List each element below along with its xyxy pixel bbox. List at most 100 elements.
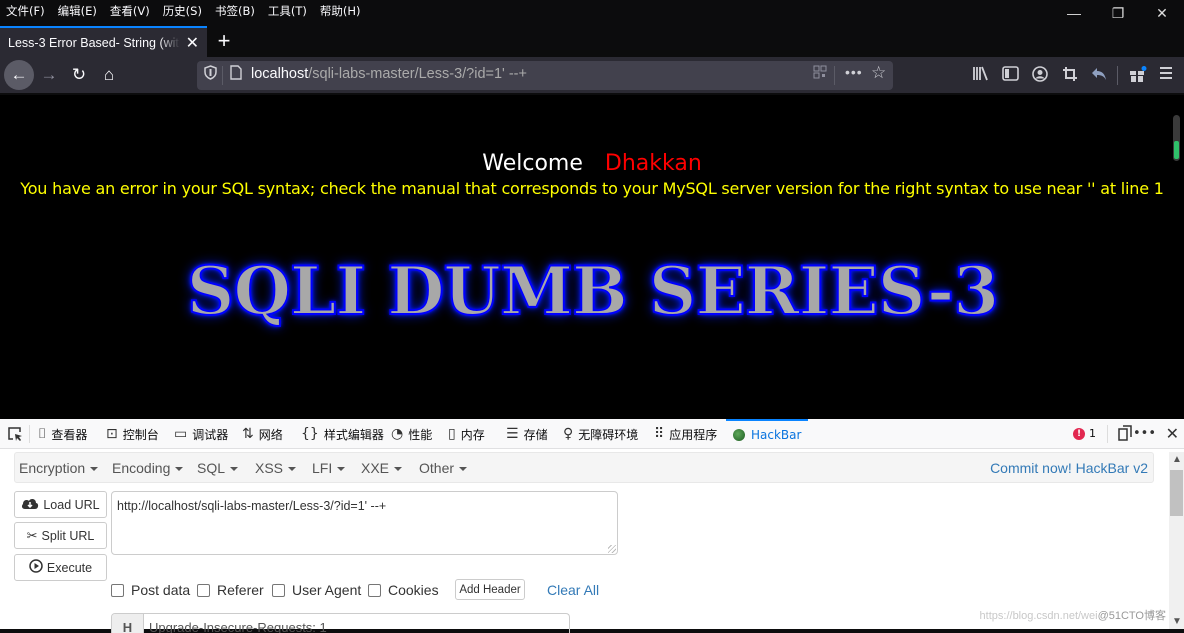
qr-code-icon[interactable]: [813, 65, 827, 82]
element-picker-icon[interactable]: [7, 419, 23, 449]
watermark: https://blog.csdn.net/wei@51CTO博客: [979, 610, 1166, 622]
error-icon: !: [1073, 427, 1085, 440]
welcome-name: Dhakkan: [604, 151, 702, 176]
minimize-button[interactable]: —: [1052, 0, 1096, 26]
hackbar-menu-other[interactable]: Other: [419, 460, 468, 476]
execute-button[interactable]: Execute: [14, 554, 107, 581]
account-icon[interactable]: [1032, 66, 1048, 86]
hackbar-menu-xss[interactable]: XSS: [255, 460, 297, 476]
inspector-icon: ⌷: [38, 426, 47, 442]
checkbox-box[interactable]: [197, 583, 210, 597]
url-text[interactable]: localhost/sqli-labs-master/Less-3/?id=1'…: [251, 66, 527, 82]
home-button[interactable]: ⌂: [94, 60, 124, 90]
network-icon: ⇅: [242, 426, 254, 442]
clear-all-link[interactable]: Clear All: [547, 582, 599, 598]
user-agent-checkbox[interactable]: User Agent: [272, 582, 361, 598]
devtools-tab-accessibility[interactable]: ♀ 无障碍环境: [563, 419, 638, 449]
dock-side-icon[interactable]: [1118, 425, 1132, 445]
devtools-tab-inspector[interactable]: ⌷ 查看器: [38, 419, 87, 449]
nav-bar: ← → ↻ ⌂ localhost/sqli-labs-master/Less-…: [0, 57, 1184, 94]
hamburger-menu-icon[interactable]: [1159, 66, 1173, 84]
sidebar-icon[interactable]: [1002, 66, 1019, 85]
devtools-tab-network[interactable]: ⇅ 网络: [242, 419, 283, 449]
hackbar-menu-lfi[interactable]: LFI: [312, 460, 346, 476]
commit-now-link[interactable]: Commit now! HackBar v2: [990, 460, 1148, 476]
devtools-tab-memory[interactable]: ▯ 内存: [448, 419, 485, 449]
devtools-separator: [29, 425, 30, 443]
menu-view[interactable]: 查看(V): [110, 3, 150, 19]
chevron-down-icon: [288, 467, 297, 472]
scroll-down-icon[interactable]: ▼: [1172, 616, 1182, 627]
menu-edit[interactable]: 编辑(E): [58, 3, 97, 19]
post-data-checkbox[interactable]: Post data: [111, 582, 190, 598]
header-row-value[interactable]: Upgrade-Insecure-Requests: 1: [149, 620, 327, 633]
page-info-icon[interactable]: [230, 65, 242, 83]
devtools-tab-storage[interactable]: ☰ 存储: [506, 419, 548, 449]
restore-button[interactable]: ❐: [1096, 0, 1140, 26]
menu-file[interactable]: 文件(F): [6, 3, 45, 19]
page-scrollbar-thumb[interactable]: [1174, 141, 1179, 159]
devtools-tab-console[interactable]: ⊡ 控制台: [106, 419, 159, 449]
chevron-down-icon: [337, 467, 346, 472]
whats-new-icon[interactable]: [1129, 66, 1147, 86]
referer-checkbox[interactable]: Referer: [197, 582, 264, 598]
undo-icon[interactable]: [1091, 66, 1107, 85]
back-button[interactable]: ←: [4, 60, 34, 90]
sqli-dumb-series-banner: SQLI DUMB SERIES-3: [186, 251, 1000, 331]
devtools-tab-style-editor[interactable]: {} 样式编辑器: [301, 419, 384, 449]
hackbar-menu-encoding[interactable]: Encoding: [112, 460, 184, 476]
menu-history[interactable]: 历史(S): [163, 3, 202, 19]
devtools-more-icon[interactable]: •••: [1133, 426, 1156, 441]
url-textarea[interactable]: http://localhost/sqli-labs-master/Less-3…: [111, 491, 618, 555]
load-url-button[interactable]: Load URL: [14, 491, 107, 518]
page-actions-icon[interactable]: •••: [845, 64, 863, 80]
devtools-tab-debugger[interactable]: ▭ 调试器: [174, 419, 228, 449]
cloud-download-icon: [21, 497, 39, 513]
menu-help[interactable]: 帮助(H): [320, 3, 361, 19]
scissors-icon: ✂: [26, 527, 38, 543]
tracking-shield-icon[interactable]: [204, 65, 217, 83]
reload-button[interactable]: ↻: [64, 60, 94, 90]
url-bar[interactable]: localhost/sqli-labs-master/Less-3/?id=1'…: [197, 61, 893, 90]
devtools-separator-2: [1107, 425, 1108, 443]
cookies-checkbox[interactable]: Cookies: [368, 582, 439, 598]
textarea-resize-handle[interactable]: [608, 545, 616, 553]
close-window-button[interactable]: ✕: [1140, 0, 1184, 26]
forward-button[interactable]: →: [34, 60, 64, 90]
debugger-icon: ▭: [174, 426, 188, 442]
browser-tab[interactable]: Less-3 Error Based- String (with Twist) …: [0, 26, 207, 57]
library-icon[interactable]: [972, 66, 988, 85]
checkbox-box[interactable]: [111, 583, 124, 597]
devtools-tab-application[interactable]: ⠿ 应用程序: [654, 419, 717, 449]
chevron-down-icon: [459, 467, 468, 472]
screenshot-icon[interactable]: [1062, 66, 1078, 86]
split-url-button[interactable]: ✂ Split URL: [14, 522, 107, 549]
console-icon: ⊡: [106, 426, 118, 442]
devtools-tab-performance[interactable]: ◔ 性能: [391, 419, 432, 449]
bookmark-star-icon[interactable]: ☆: [871, 63, 886, 83]
chevron-down-icon: [175, 467, 184, 472]
menu-bookmarks[interactable]: 书签(B): [215, 3, 255, 19]
hackbar-scrollbar-thumb[interactable]: [1170, 470, 1183, 516]
url-separator: [222, 66, 223, 85]
toolbar-separator: [1117, 66, 1118, 85]
add-header-button[interactable]: Add Header: [455, 579, 525, 600]
hackbar-scrollbar[interactable]: ▲ ▼: [1169, 452, 1184, 629]
devtools-tab-hackbar[interactable]: HackBar: [726, 419, 809, 449]
hackbar-menu-xxe[interactable]: XXE: [361, 460, 403, 476]
devtools-close-icon[interactable]: ✕: [1166, 424, 1179, 443]
new-tab-button[interactable]: +: [213, 28, 235, 54]
tab-close-icon[interactable]: ✕: [186, 33, 199, 53]
menu-tools[interactable]: 工具(T): [268, 3, 307, 19]
welcome-label: Welcome: [482, 151, 583, 176]
checkbox-box[interactable]: [368, 583, 381, 597]
checkbox-box[interactable]: [272, 583, 285, 597]
page-scrollbar[interactable]: [1173, 115, 1180, 161]
error-count-badge[interactable]: ! 1: [1073, 427, 1096, 440]
window-controls: — ❐ ✕: [1052, 0, 1184, 26]
devtools-panel: ⌷ 查看器 ⊡ 控制台 ▭ 调试器 ⇅ 网络 {} 样式编辑器 ◔ 性能 ▯ 内存 ☰ 存储 ♀…: [0, 419, 1184, 633]
hackbar-menu-sql[interactable]: SQL: [197, 460, 239, 476]
scroll-up-icon[interactable]: ▲: [1172, 454, 1182, 465]
tab-bar: Less-3 Error Based- String (with Twist) …: [0, 26, 1184, 57]
hackbar-menu-encryption[interactable]: Encryption: [19, 460, 99, 476]
